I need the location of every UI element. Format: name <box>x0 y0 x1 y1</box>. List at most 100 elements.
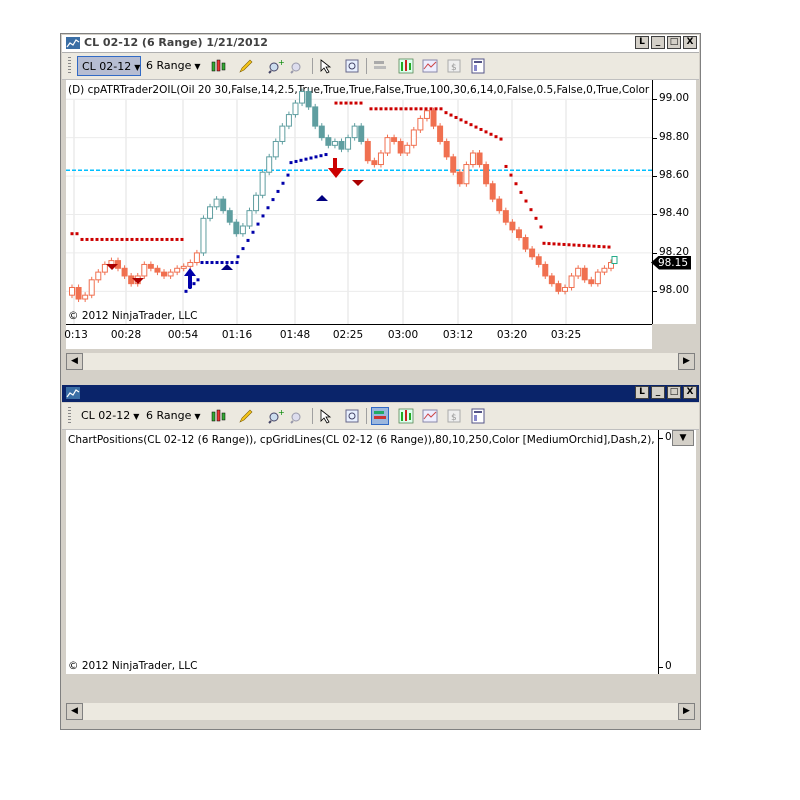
price-tick-label: 99.00 <box>659 92 690 105</box>
interval-selector[interactable]: 6 Range ▼ <box>146 56 201 76</box>
candle <box>207 206 214 219</box>
time-tick-label: 00:28 <box>110 329 142 341</box>
stop-dot <box>251 230 255 234</box>
scroll-left-arrow[interactable]: ◀ <box>66 353 83 370</box>
properties-icon[interactable] <box>470 408 486 424</box>
candle <box>75 286 82 300</box>
stop-dot <box>205 261 209 265</box>
pencil-draw-icon[interactable] <box>238 408 254 424</box>
maximize-button[interactable]: □ <box>667 386 681 399</box>
scroll-left-arrow[interactable]: ◀ <box>66 703 83 720</box>
candle <box>437 125 444 142</box>
price-axis[interactable]: 99.00 98.80 98.60 98.40 98.20 98.00 98.15 <box>651 80 696 324</box>
order-panel-icon[interactable] <box>372 58 388 74</box>
zoom-in-icon[interactable]: + <box>268 408 284 424</box>
pencil-draw-icon[interactable] <box>238 58 254 74</box>
horizontal-scrollbar[interactable]: ◀ ▶ <box>66 353 695 370</box>
sell-arrow <box>333 158 337 168</box>
stop-dot <box>489 132 493 136</box>
price-tick-label: 98.80 <box>659 130 690 143</box>
value-axis[interactable]: 0 ▼ 0 <box>658 430 696 674</box>
candle <box>515 229 522 239</box>
stop-dot <box>289 161 293 165</box>
candle <box>213 198 220 208</box>
dollar-icon[interactable]: $ <box>446 408 462 424</box>
horizontal-scrollbar[interactable]: ◀ ▶ <box>66 703 695 720</box>
chart-style-icon[interactable] <box>210 408 226 424</box>
stop-dot <box>241 247 245 251</box>
strategies-icon[interactable] <box>422 408 438 424</box>
signal-triangle <box>316 195 328 201</box>
candle <box>246 210 253 227</box>
toolbar-separator <box>366 408 367 424</box>
interval-selector[interactable]: 6 Range ▼ <box>146 406 201 426</box>
candlestick-chart[interactable] <box>66 80 652 324</box>
candle <box>581 267 588 281</box>
link-button[interactable]: L <box>635 386 649 399</box>
title-bar[interactable]: L _ □ X <box>62 385 699 402</box>
interval-label: 6 Range <box>146 59 192 72</box>
order-panel-icon[interactable] <box>371 407 389 425</box>
title-bar[interactable]: CL 02-12 (6 Range) 1/21/2012 L _ □ X <box>62 35 699 53</box>
signal-triangle <box>221 264 233 270</box>
cursor-pointer-icon[interactable] <box>318 58 334 74</box>
chart-app-icon <box>66 37 80 49</box>
zoom-out-icon[interactable] <box>290 58 306 74</box>
candle <box>404 144 411 154</box>
stop-dot <box>266 206 270 210</box>
candle <box>272 140 279 158</box>
stop-dot <box>286 173 290 177</box>
candle <box>121 267 128 277</box>
stop-dot <box>309 156 313 160</box>
properties-icon[interactable] <box>470 58 486 74</box>
data-box-icon[interactable] <box>344 58 360 74</box>
zoom-in-icon[interactable]: + <box>268 58 284 74</box>
toolbar-grip[interactable] <box>68 407 71 425</box>
stop-dot <box>607 245 611 249</box>
panel-dropdown-button[interactable]: ▼ <box>672 430 694 446</box>
candle <box>331 140 338 146</box>
maximize-button[interactable]: □ <box>667 36 681 49</box>
price-panel[interactable]: (D) cpATRTrader2OIL(Oil 20 30,False,14,2… <box>66 80 652 324</box>
indicators-icon[interactable] <box>398 58 414 74</box>
stop-dot <box>409 107 413 111</box>
candle <box>463 164 470 185</box>
close-button[interactable]: X <box>683 36 697 49</box>
stop-dot <box>547 242 551 246</box>
indicators-icon[interactable] <box>398 408 414 424</box>
stop-dot <box>414 107 418 111</box>
scroll-right-arrow[interactable]: ▶ <box>678 353 695 370</box>
chart-style-icon[interactable] <box>210 58 226 74</box>
positions-panel[interactable]: ChartPositions(CL 02-12 (6 Range)), cpGr… <box>66 430 658 674</box>
toolbar-grip[interactable] <box>68 57 71 75</box>
close-button[interactable]: X <box>683 386 697 399</box>
scroll-right-arrow[interactable]: ▶ <box>678 703 695 720</box>
stop-dot <box>271 198 275 202</box>
buy-arrow <box>184 268 196 276</box>
candle <box>167 271 174 277</box>
time-tick-label: 03:00 <box>387 329 419 341</box>
cursor-pointer-icon[interactable] <box>318 408 334 424</box>
stop-dot <box>424 107 428 111</box>
link-button[interactable]: L <box>635 36 649 49</box>
data-box-icon[interactable] <box>344 408 360 424</box>
zoom-out-icon[interactable] <box>290 408 306 424</box>
candle <box>588 279 595 285</box>
candle <box>397 140 404 154</box>
instrument-selector[interactable]: CL 02-12 ▼ <box>77 406 145 426</box>
stop-dot <box>349 101 353 105</box>
minimize-button[interactable]: _ <box>651 36 665 49</box>
strategies-icon[interactable] <box>422 58 438 74</box>
price-tick-label: 98.60 <box>659 169 690 182</box>
time-tick-label: 03:25 <box>550 329 582 341</box>
instrument-selector[interactable]: CL 02-12 ▼ <box>77 56 141 76</box>
stop-dot <box>210 261 214 265</box>
time-axis[interactable]: 0:13 00:28 00:54 01:16 01:48 02:25 03:00 03:12 0… <box>64 324 652 349</box>
candle <box>279 125 286 142</box>
candle <box>193 252 200 264</box>
time-tick-label: 00:54 <box>167 329 199 341</box>
chart-toolbar: CL 02-12 ▼ 6 Range ▼ + $ <box>62 403 699 430</box>
minimize-button[interactable]: _ <box>651 386 665 399</box>
dollar-icon[interactable]: $ <box>446 58 462 74</box>
chart-toolbar: CL 02-12 ▼ 6 Range ▼ + $ <box>62 53 699 80</box>
